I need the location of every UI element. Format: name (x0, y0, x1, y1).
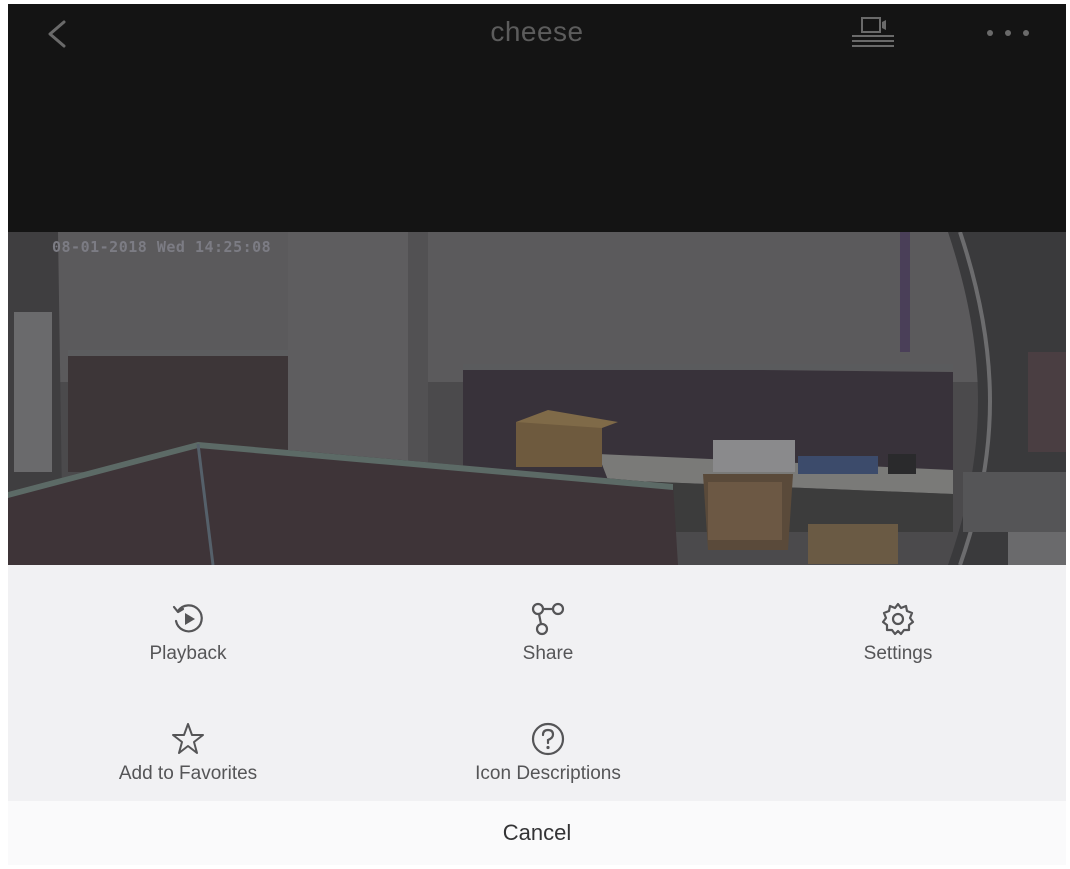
share-button[interactable]: Share (418, 601, 678, 665)
screen-cast-icon (852, 17, 894, 47)
camera-scene-image (8, 232, 1066, 565)
camera-video-feed[interactable]: 08-01-2018 Wed 14:25:08 (8, 232, 1066, 565)
share-icon (531, 602, 565, 636)
settings-button[interactable]: Settings (768, 601, 1028, 665)
screen-cast-button[interactable] (848, 16, 898, 48)
share-label: Share (522, 643, 574, 664)
action-sheet: Playback Share Settings Add to Favorites… (8, 565, 1066, 865)
top-bar: cheese (8, 4, 1066, 64)
cancel-button[interactable]: Cancel (8, 801, 1066, 865)
star-icon (172, 723, 204, 754)
app-screen: cheese 08-01-2018 Wed 14:25:08 Playback … (8, 4, 1066, 865)
more-horizontal-icon (987, 30, 1029, 36)
video-timestamp-overlay: 08-01-2018 Wed 14:25:08 (52, 238, 272, 256)
playback-icon (172, 604, 203, 633)
icon-descriptions-label: Icon Descriptions (475, 763, 621, 784)
playback-button[interactable]: Playback (58, 601, 318, 665)
more-button[interactable] (978, 16, 1038, 48)
add-to-favorites-button[interactable]: Add to Favorites (58, 721, 318, 785)
playback-label: Playback (149, 643, 227, 664)
help-circle-icon (531, 722, 565, 756)
icon-descriptions-button[interactable]: Icon Descriptions (418, 721, 678, 785)
page-title: cheese (490, 16, 584, 47)
gear-icon (881, 602, 915, 636)
add-to-favorites-label: Add to Favorites (118, 763, 258, 784)
settings-label: Settings (863, 643, 933, 664)
player-area-background (8, 64, 1066, 232)
